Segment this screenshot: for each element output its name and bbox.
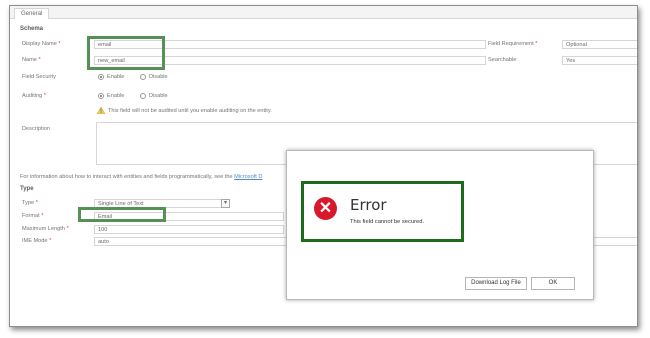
error-message: This field cannot be secured. — [350, 219, 425, 225]
error-title: Error — [350, 196, 387, 214]
download-log-file-button[interactable]: Download Log File — [465, 277, 527, 290]
ok-button[interactable]: OK — [531, 277, 575, 290]
error-dialog: ✕ Error This field cannot be secured. Do… — [286, 150, 594, 300]
form-area: General Schema Display Name * email Name… — [10, 6, 637, 326]
highlight-error: ✕ Error This field cannot be secured. — [301, 181, 464, 242]
window-frame: General Schema Display Name * email Name… — [9, 5, 638, 327]
error-x-icon: ✕ — [314, 197, 337, 220]
